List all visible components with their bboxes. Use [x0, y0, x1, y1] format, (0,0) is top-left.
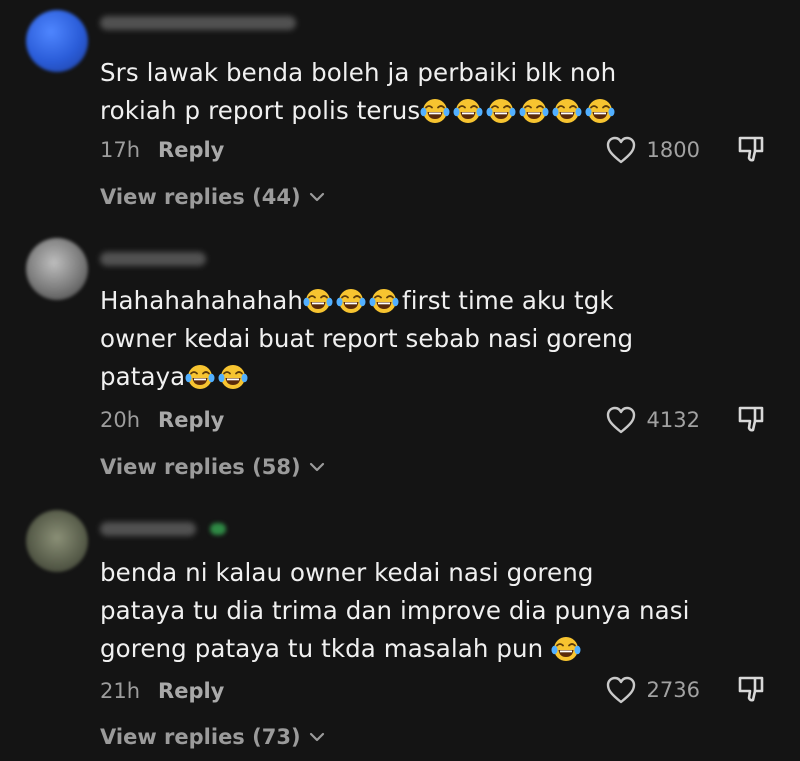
comment-line: goreng pataya tu tkda masalah pun: [100, 630, 720, 668]
thumbs-down-icon: [735, 134, 767, 166]
like-button[interactable]: 2736: [605, 675, 700, 705]
username[interactable]: [100, 522, 196, 536]
view-replies-label: View replies (73): [100, 725, 301, 749]
tears-of-joy-icon: [551, 636, 581, 662]
chevron-down-icon: [309, 191, 325, 203]
tears-of-joy-icon: [303, 288, 333, 314]
dislike-button[interactable]: [735, 404, 767, 436]
like-button[interactable]: 4132: [605, 405, 700, 435]
view-replies-label: View replies (58): [100, 455, 301, 479]
avatar[interactable]: [26, 510, 88, 572]
tears-of-joy-icon: [369, 288, 399, 314]
comment-line: Srs lawak benda boleh ja perbaiki blk no…: [100, 58, 617, 87]
comment-text: benda ni kalau owner kedai nasi goreng p…: [100, 554, 720, 668]
comment-meta: 20h Reply: [100, 405, 224, 435]
comment-line: Hahahahahahah first time aku tgk: [100, 282, 720, 320]
heart-icon: [605, 675, 637, 705]
comment-line-text: goreng pataya tu tkda masalah pun: [100, 634, 544, 663]
like-button[interactable]: 1800: [605, 135, 700, 165]
tears-of-joy-icon: [420, 98, 450, 124]
dislike-button[interactable]: [735, 134, 767, 166]
reply-button[interactable]: Reply: [158, 408, 224, 432]
comment-text: Srs lawak benda boleh ja perbaiki blk no…: [100, 54, 720, 130]
comment-line-text: Hahahahahahah: [100, 286, 303, 315]
tears-of-joy-icon: [486, 98, 516, 124]
dislike-button[interactable]: [735, 674, 767, 706]
timestamp: 21h: [100, 679, 141, 703]
avatar[interactable]: [26, 10, 88, 72]
thumbs-down-icon: [735, 404, 767, 436]
chevron-down-icon: [309, 461, 325, 473]
username[interactable]: [100, 16, 296, 30]
comment-meta: 21h Reply: [100, 676, 224, 706]
view-replies-label: View replies (44): [100, 185, 301, 209]
reply-button[interactable]: Reply: [158, 138, 224, 162]
comment-line: pataya tu dia trima dan improve dia puny…: [100, 596, 690, 625]
thumbs-down-icon: [735, 674, 767, 706]
view-replies-button[interactable]: View replies (58): [100, 452, 325, 482]
chevron-down-icon: [309, 731, 325, 743]
comment-line: owner kedai buat report sebab nasi goren…: [100, 324, 634, 353]
timestamp: 17h: [100, 138, 141, 162]
comment-line-text: rokiah p report polis terus: [100, 96, 421, 125]
comment-line-text: pataya: [100, 362, 186, 391]
comment-line-text: first time aku tgk: [401, 286, 614, 315]
timestamp: 20h: [100, 408, 141, 432]
comment-line: benda ni kalau owner kedai nasi goreng: [100, 558, 594, 587]
heart-icon: [605, 405, 637, 435]
comment-line: rokiah p report polis terus: [100, 92, 720, 130]
comment-meta: 17h Reply: [100, 135, 224, 165]
view-replies-button[interactable]: View replies (44): [100, 182, 325, 212]
like-count: 2736: [646, 678, 700, 702]
username[interactable]: [100, 252, 206, 266]
heart-icon: [605, 135, 637, 165]
tears-of-joy-icon: [336, 288, 366, 314]
tears-of-joy-icon: [519, 98, 549, 124]
tears-of-joy-icon: [585, 98, 615, 124]
comment-line: pataya: [100, 358, 720, 396]
comment-text: Hahahahahahah first time aku tgk owner ke…: [100, 282, 720, 396]
view-replies-button[interactable]: View replies (73): [100, 722, 325, 752]
tears-of-joy-icon: [552, 98, 582, 124]
tears-of-joy-icon: [218, 364, 248, 390]
avatar[interactable]: [26, 238, 88, 300]
reply-button[interactable]: Reply: [158, 679, 224, 703]
tears-of-joy-icon: [453, 98, 483, 124]
tears-of-joy-icon: [185, 364, 215, 390]
like-count: 4132: [646, 408, 700, 432]
badge-icon: [210, 523, 226, 535]
like-count: 1800: [646, 138, 700, 162]
